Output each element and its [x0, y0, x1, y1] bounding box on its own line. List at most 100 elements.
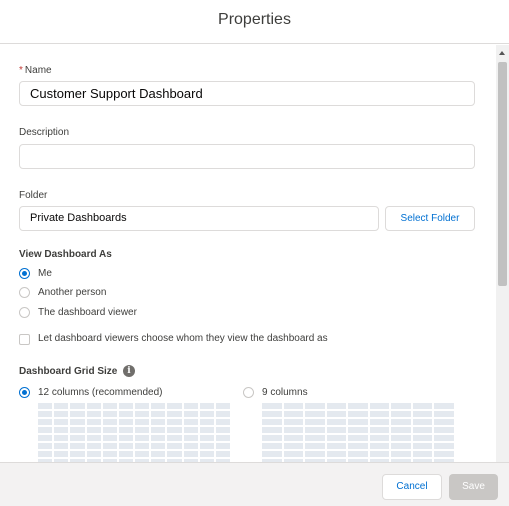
grid-cell [348, 443, 368, 449]
grid-cell [369, 419, 390, 425]
grid-cell [102, 435, 117, 441]
folder-label: Folder [19, 190, 48, 201]
grid-cell [369, 427, 390, 433]
grid-cell [215, 435, 230, 441]
grid-cell [54, 427, 69, 433]
grid-cell [215, 403, 230, 409]
grid-cell [102, 419, 117, 425]
grid-cell [135, 419, 150, 425]
grid-cell [135, 435, 150, 441]
grid-cell [412, 403, 433, 409]
grid-cell [199, 427, 214, 433]
grid-cell [135, 451, 150, 457]
grid-cell [215, 427, 230, 433]
grid-cell [412, 411, 433, 417]
radio-button[interactable] [19, 287, 30, 298]
info-icon[interactable]: i [123, 365, 135, 377]
folder-input[interactable]: Private Dashboards [19, 206, 379, 231]
grid-cell [38, 451, 53, 457]
grid-cell [183, 435, 198, 441]
grid-cell [412, 443, 433, 449]
grid-cell [102, 427, 117, 433]
radio-label: 12 columns (recommended) [38, 387, 163, 398]
grid-cell [38, 435, 53, 441]
grid-cell [283, 427, 304, 433]
grid-cell [326, 419, 347, 425]
grid-cell [38, 411, 53, 417]
grid-cell [70, 403, 85, 409]
grid-cell [348, 435, 368, 441]
grid-cell [326, 451, 347, 457]
name-input[interactable]: Customer Support Dashboard [19, 81, 475, 106]
viewer-choose-checkbox-label: Let dashboard viewers choose whom they v… [38, 333, 328, 344]
viewer-choose-checkbox[interactable] [19, 334, 30, 345]
grid-cell [118, 411, 133, 417]
grid-cell [183, 451, 198, 457]
grid-cell [151, 411, 166, 417]
dialog-footer: Cancel Save [0, 462, 509, 506]
grid-cell [102, 451, 117, 457]
radio-label: 9 columns [262, 387, 308, 398]
grid-cell [305, 427, 325, 433]
dialog-body: * Name Customer Support Dashboard Descrip… [0, 45, 496, 462]
grid-cell [70, 435, 85, 441]
grid-cell [215, 411, 230, 417]
cancel-button[interactable]: Cancel [382, 474, 442, 500]
grid-cell [434, 427, 454, 433]
grid-cell [118, 419, 133, 425]
grid-cell [305, 451, 325, 457]
grid-cell [391, 435, 411, 441]
grid-cell [434, 411, 454, 417]
grid-cell [262, 443, 282, 449]
grid-cell [86, 451, 101, 457]
dialog-title: Properties [218, 11, 291, 28]
grid-cell [199, 419, 214, 425]
grid-cell [215, 419, 230, 425]
grid-cell [391, 427, 411, 433]
grid-cell [305, 419, 325, 425]
grid-cell [151, 451, 166, 457]
grid-cell [167, 427, 182, 433]
radio-button[interactable] [19, 307, 30, 318]
grid-cell [167, 411, 182, 417]
grid-size-title: Dashboard Grid Size [19, 366, 118, 377]
grid-cell [283, 411, 304, 417]
grid-cell [151, 443, 166, 449]
grid-cell [183, 403, 198, 409]
grid-preview-12-columns [38, 403, 230, 462]
description-input[interactable] [19, 144, 475, 169]
grid-cell [215, 443, 230, 449]
select-folder-button[interactable]: Select Folder [385, 206, 475, 231]
radio-button[interactable] [19, 268, 30, 279]
radio-button[interactable] [243, 387, 254, 398]
scroll-up-arrow-icon[interactable] [499, 51, 505, 55]
grid-preview-9-columns [262, 403, 454, 462]
grid-cell [305, 403, 325, 409]
scrollbar-thumb[interactable] [498, 62, 507, 286]
grid-cell [283, 451, 304, 457]
grid-cell [70, 451, 85, 457]
grid-cell [167, 451, 182, 457]
grid-cell [167, 419, 182, 425]
grid-cell [369, 403, 390, 409]
save-button[interactable]: Save [449, 474, 498, 500]
dialog-header: Properties [0, 0, 509, 44]
radio-button[interactable] [19, 387, 30, 398]
grid-cell [199, 443, 214, 449]
grid-cell [135, 427, 150, 433]
grid-cell [412, 435, 433, 441]
grid-cell [326, 403, 347, 409]
grid-cell [54, 419, 69, 425]
grid-cell [434, 451, 454, 457]
radio-label: The dashboard viewer [38, 307, 137, 318]
scrollbar[interactable] [496, 45, 509, 462]
radio-label: Me [38, 268, 52, 279]
grid-cell [183, 419, 198, 425]
grid-cell [86, 419, 101, 425]
grid-cell [391, 403, 411, 409]
grid-cell [38, 443, 53, 449]
grid-cell [38, 427, 53, 433]
grid-cell [391, 411, 411, 417]
grid-cell [86, 411, 101, 417]
grid-cell [38, 403, 53, 409]
